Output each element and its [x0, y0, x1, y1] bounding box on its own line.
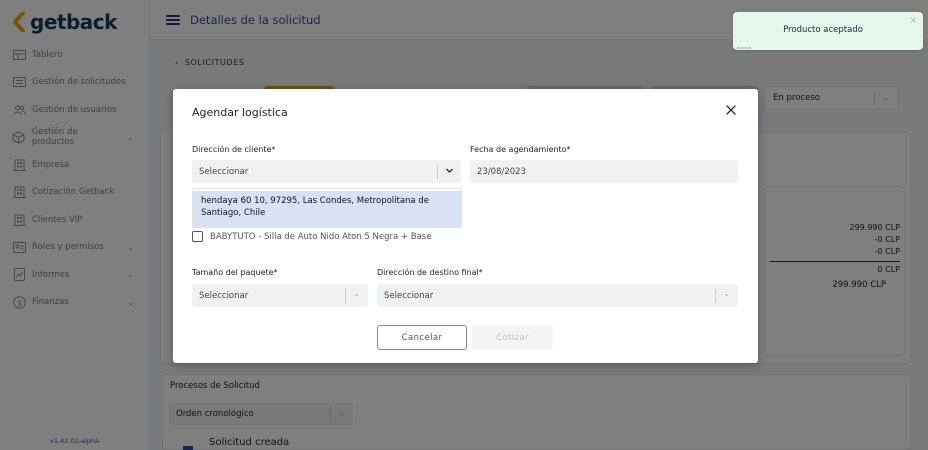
- final-address-value: Seleccionar: [384, 290, 434, 301]
- client-address-option[interactable]: hendaya 60 10, 97295, Las Condes, Metrop…: [193, 191, 462, 227]
- client-address-value: Seleccionar: [199, 166, 249, 177]
- client-address-select[interactable]: Seleccionar: [192, 160, 461, 183]
- toast-progress: [737, 47, 751, 49]
- toast-message: Producto aceptado: [783, 25, 863, 35]
- schedule-date-label: Fecha de agendamiento*: [470, 145, 571, 154]
- quote-button[interactable]: Cotizar: [472, 325, 553, 350]
- success-toast: Producto aceptado ×: [733, 12, 923, 50]
- product-checkbox-label: BABYTUTO - Silla de Auto Nido Aton 5 Neg…: [210, 231, 432, 242]
- chevron-down-icon: [445, 166, 454, 178]
- chevron-down-icon: ⌄: [723, 289, 730, 298]
- schedule-logistics-modal: Agendar logística Dirección de cliente* …: [173, 89, 758, 363]
- close-icon[interactable]: ×: [909, 16, 917, 26]
- client-address-label: Dirección de cliente*: [192, 145, 276, 154]
- package-size-label: Tamaño del paquete*: [192, 268, 278, 277]
- package-size-select[interactable]: Seleccionar ⌄: [192, 284, 368, 307]
- modal-title: Agendar logística: [192, 106, 288, 119]
- client-address-dropdown: hendaya 60 10, 97295, Las Condes, Metrop…: [192, 188, 462, 228]
- product-checkbox-row[interactable]: BABYTUTO - Silla de Auto Nido Aton 5 Neg…: [192, 231, 431, 242]
- close-icon[interactable]: [724, 103, 738, 117]
- product-checkbox[interactable]: [192, 231, 203, 242]
- final-address-select[interactable]: Seleccionar ⌄: [377, 284, 738, 307]
- package-size-value: Seleccionar: [199, 290, 249, 301]
- cancel-button[interactable]: Cancelar: [377, 325, 467, 350]
- schedule-date-value: 23/08/2023: [477, 166, 526, 177]
- chevron-down-icon: ⌄: [353, 289, 360, 298]
- final-address-label: Dirección de destino final*: [377, 268, 483, 277]
- schedule-date-input[interactable]: 23/08/2023: [470, 160, 738, 183]
